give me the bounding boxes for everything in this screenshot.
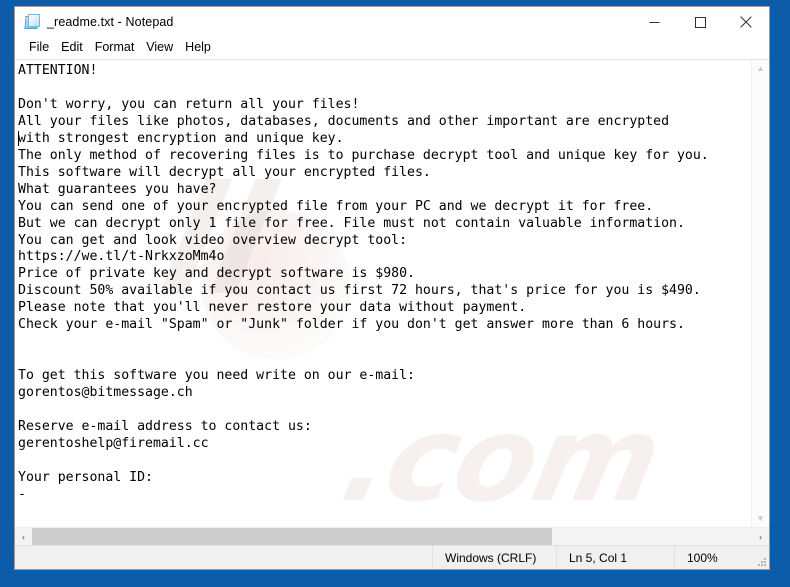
horizontal-scrollbar[interactable]: ‹ › (15, 527, 769, 545)
horizontal-scrollbar-track[interactable] (32, 528, 752, 545)
close-icon (740, 16, 752, 28)
status-line-ending: Windows (CRLF) (432, 546, 556, 569)
window-title: _readme.txt - Notepad (47, 15, 174, 29)
status-bar: Windows (CRLF) Ln 5, Col 1 100% (15, 545, 769, 569)
desktop-background: _readme.txt - Notepad File Edit Format V… (0, 0, 790, 587)
horizontal-scrollbar-thumb[interactable] (32, 528, 552, 545)
scroll-down-arrow-icon[interactable]: ▼ (752, 510, 769, 527)
scroll-up-arrow-icon[interactable]: ▲ (752, 60, 769, 77)
status-cursor-position: Ln 5, Col 1 (556, 546, 674, 569)
close-button[interactable] (723, 7, 769, 37)
minimize-button[interactable] (631, 7, 677, 37)
title-bar[interactable]: _readme.txt - Notepad (15, 7, 769, 37)
notepad-window: _readme.txt - Notepad File Edit Format V… (14, 6, 770, 570)
scroll-left-arrow-icon[interactable]: ‹ (15, 528, 32, 545)
minimize-icon (649, 21, 659, 23)
menu-item-file[interactable]: File (24, 39, 55, 57)
menu-item-format[interactable]: Format (90, 39, 141, 57)
editor-area: ll .com ATTENTION! Don't worry, you can … (15, 59, 769, 527)
menu-item-view[interactable]: View (141, 39, 179, 57)
notepad-icon (24, 13, 41, 31)
vertical-scrollbar[interactable]: ▲ ▼ (751, 60, 769, 527)
menu-bar: File Edit Format View Help (15, 37, 769, 59)
scroll-right-arrow-icon[interactable]: › (752, 528, 769, 545)
window-controls (631, 7, 769, 37)
maximize-button[interactable] (677, 7, 723, 37)
menu-item-edit[interactable]: Edit (56, 39, 89, 57)
document-text: ATTENTION! Don't worry, you can return a… (18, 63, 709, 502)
vertical-scrollbar-thumb[interactable] (755, 78, 766, 378)
menu-item-help[interactable]: Help (180, 39, 217, 57)
maximize-icon (694, 16, 706, 28)
resize-grip-icon[interactable] (755, 555, 766, 566)
title-bar-left: _readme.txt - Notepad (15, 13, 631, 31)
text-editor[interactable]: ll .com ATTENTION! Don't worry, you can … (15, 60, 751, 527)
